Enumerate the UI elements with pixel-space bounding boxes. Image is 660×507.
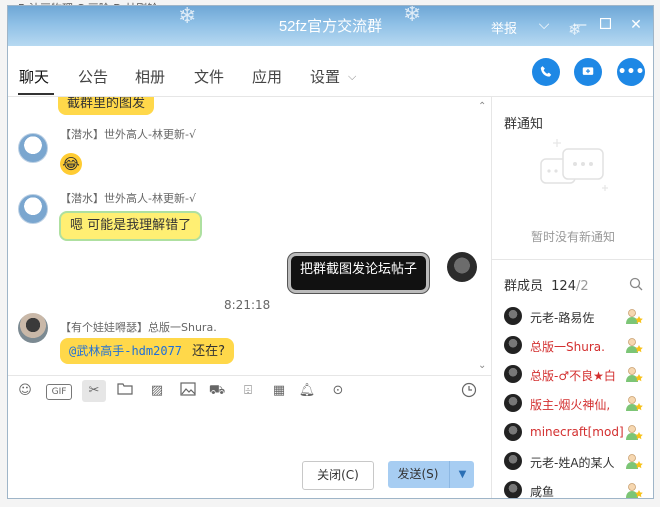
more-icon[interactable]: ⊙ [329, 382, 347, 400]
tab-files[interactable]: 文件 [194, 66, 224, 87]
member-row[interactable]: 总版-♂不良★白 [492, 361, 653, 388]
member-name: 版主-烟火神仙, [530, 398, 611, 412]
member-level-badge-icon [625, 394, 643, 412]
image-text-icon[interactable]: ▨ [148, 382, 166, 400]
member-row[interactable]: 元老-路易佐 [492, 303, 653, 330]
member-name: 元老-姓A的某人 [530, 456, 615, 470]
member-level-badge-icon [625, 365, 643, 383]
notice-empty-illustration-icon [540, 139, 608, 191]
notice-empty-text: 暂时没有新通知 [530, 230, 615, 244]
tab-album[interactable]: 相册 [135, 66, 165, 87]
member-row[interactable]: 元老-姓A的某人 [492, 448, 653, 475]
member-name: 总版一Shura. [530, 340, 605, 354]
member-name: 咸鱼 [530, 485, 555, 499]
gif-icon[interactable]: GIF [46, 384, 72, 400]
gamepad-icon[interactable]: ⛟ [208, 382, 226, 400]
mention-link[interactable]: @武林高手-hdm2077 [69, 344, 182, 358]
member-total: /2 [575, 279, 589, 294]
avatar[interactable] [504, 394, 522, 412]
member-level-badge-icon [625, 423, 643, 441]
avatar[interactable] [504, 423, 522, 441]
chat-window: ❄ ❄ ❄ 52fz官方交流群 举报 ⌵ — ✕ 聊天 公告 相册 文件 应用 … [7, 5, 654, 499]
tab-chat[interactable]: 聊天 [19, 66, 49, 87]
avatar[interactable] [504, 452, 522, 470]
notice-title: 群通知 [504, 117, 544, 132]
search-icon[interactable] [629, 277, 643, 294]
sender-nickname[interactable]: 【潜水】世外高人-林更新-√ [60, 190, 196, 206]
chevron-down-icon[interactable]: ▼ [449, 461, 475, 488]
bell-icon[interactable]: 🔔︎ [298, 382, 316, 400]
sender-nickname[interactable]: 【有个娃娃嘚瑟】总版一Shura. [60, 319, 217, 335]
message-text: 还在? [192, 344, 226, 359]
member-name: 总版-♂不良★白 [530, 369, 616, 383]
avatar[interactable] [18, 133, 48, 163]
message-bubble-self: 把群截图发论坛帖子 [288, 253, 430, 293]
scroll-up-icon[interactable]: ⌃ [478, 101, 486, 112]
member-name: 元老-路易佐 [530, 311, 595, 325]
member-level-badge-icon [625, 481, 643, 498]
screen-share-icon[interactable] [574, 58, 602, 86]
panel-divider [492, 259, 653, 260]
message-bubble-partial: 截群里的图发 [58, 97, 155, 115]
avatar[interactable] [504, 336, 522, 354]
scissors-icon[interactable]: ✂ [82, 380, 106, 402]
send-button[interactable]: 发送(S) ▼ [388, 461, 474, 488]
message-bubble: @武林高手-hdm2077 还在? [60, 338, 235, 364]
folder-icon[interactable] [116, 382, 134, 400]
tab-settings[interactable]: 设置 [310, 66, 340, 87]
avatar[interactable] [504, 365, 522, 383]
avatar-self[interactable] [447, 252, 477, 282]
member-row[interactable]: 版主-烟火神仙, [492, 390, 653, 417]
avatar[interactable] [504, 481, 522, 498]
phone-icon[interactable] [532, 58, 560, 86]
report-link[interactable]: 举报 [491, 18, 517, 37]
close-icon[interactable]: ✕ [625, 14, 647, 36]
member-level-badge-icon [625, 307, 643, 325]
avatar[interactable] [18, 313, 48, 343]
tab-apps[interactable]: 应用 [252, 66, 282, 87]
send-button-label: 发送(S) [397, 467, 439, 481]
message-bubble: 嗯 可能是我理解错了 [59, 211, 203, 241]
picture-icon[interactable] [179, 382, 197, 400]
tab-announcements[interactable]: 公告 [78, 66, 108, 87]
avatar[interactable] [18, 194, 48, 224]
member-row[interactable]: 总版一Shura. [492, 332, 653, 359]
emoji-icon[interactable]: ☺ [16, 382, 34, 400]
history-icon[interactable] [460, 382, 478, 400]
member-name: minecraft[mod] [530, 425, 624, 439]
sender-nickname[interactable]: 【潜水】世外高人-林更新-√ [60, 126, 196, 142]
chevron-down-icon[interactable]: ⌵ [533, 14, 555, 36]
chevron-down-icon[interactable]: ⌵ [348, 70, 356, 84]
minimize-icon[interactable]: — [569, 14, 591, 36]
message-input[interactable] [8, 406, 491, 456]
members-title-label: 群成员 [504, 279, 544, 294]
maximize-icon[interactable] [594, 14, 616, 36]
input-toolbar: ☺ GIF ✂ ▨ ⛟ ⌹ ▦ 🔔︎ ⊙ [8, 375, 491, 406]
more-icon[interactable]: ••• [617, 58, 645, 86]
active-tab-indicator [18, 93, 54, 95]
member-row[interactable]: 咸鱼 [492, 477, 653, 499]
tab-bar: 聊天 公告 相册 文件 应用 设置 ⌵ ••• [8, 46, 653, 97]
members-title: 群成员 124/2 [504, 275, 589, 294]
member-level-badge-icon [625, 452, 643, 470]
close-button[interactable]: 关闭(C) [302, 461, 374, 490]
title-bar[interactable]: ❄ ❄ ❄ 52fz官方交流群 举报 ⌵ — ✕ [8, 6, 653, 46]
message-timestamp: 8:21:18 [224, 298, 271, 312]
avatar[interactable] [504, 307, 522, 325]
gift-icon[interactable]: ⌹ [239, 382, 257, 400]
laughing-emoji-icon: 😂 [60, 153, 82, 175]
window-title: 52fz官方交流群 [278, 18, 383, 35]
message-list[interactable]: 截群里的图发 ⌃ 【潜水】世外高人-林更新-√ 😂 【潜水】世外高人-林更新-√… [8, 97, 491, 374]
calendar-icon[interactable]: ▦ [270, 382, 288, 400]
side-panel: 群通知 暂时没有新通知 群成员 124/2 元老-路易佐 总版一Shura. 总版-… [491, 97, 653, 499]
member-row[interactable]: minecraft[mod] [492, 419, 653, 446]
member-level-badge-icon [625, 336, 643, 354]
scroll-down-icon[interactable]: ⌄ [478, 360, 486, 371]
member-count: 124 [551, 279, 576, 294]
